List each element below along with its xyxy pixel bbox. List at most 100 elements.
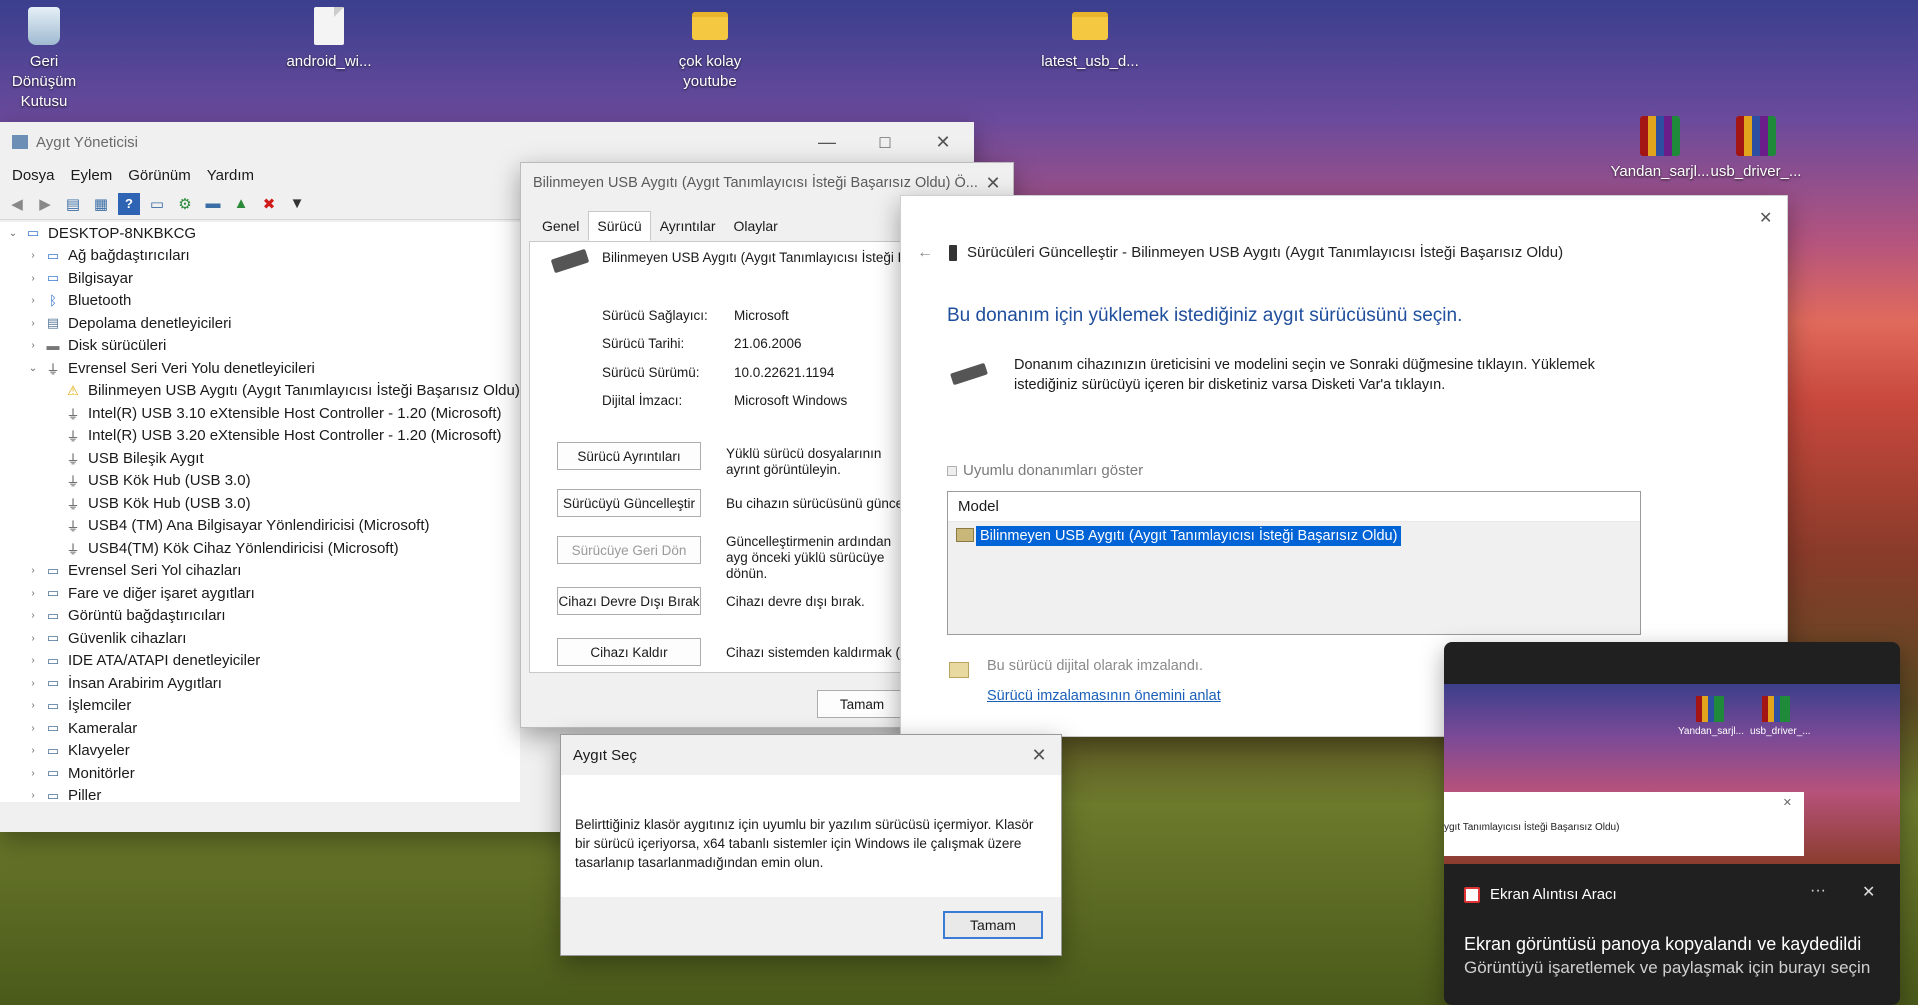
desktop-icon-recycle-bin[interactable]: Geri Dönüşüm Kutusu: [0, 0, 94, 112]
chevron-right-icon[interactable]: ›: [26, 768, 40, 779]
tree-category[interactable]: › ▭ İşlemciler: [0, 695, 520, 718]
tree-category[interactable]: › ▭ Evrensel Seri Yol cihazları: [0, 560, 520, 583]
chevron-right-icon[interactable]: ›: [26, 565, 40, 576]
tree-item-label: İşlemciler: [68, 697, 132, 715]
chevron-right-icon[interactable]: ›: [26, 678, 40, 689]
tree-category[interactable]: › ᛒ Bluetooth: [0, 290, 520, 313]
tree-item[interactable]: ⏚ USB4(TM) Kök Cihaz Yönlendiricisi (Micr…: [0, 537, 520, 560]
model-listbox[interactable]: Model Bilinmeyen USB Aygıtı (Aygıt Tanım…: [947, 491, 1641, 635]
tree-category[interactable]: › ▭ Klavyeler: [0, 740, 520, 763]
model-list-item-selected[interactable]: Bilinmeyen USB Aygıtı (Aygıt Tanımlayıcı…: [976, 526, 1402, 546]
update-driver-button[interactable]: Sürücüyü Güncelleştir: [557, 489, 701, 517]
chevron-right-icon[interactable]: ›: [26, 790, 40, 801]
driver-details-button[interactable]: Sürücü Ayrıntıları: [557, 442, 701, 470]
file-icon: [314, 7, 344, 45]
close-icon[interactable]: ✕: [1759, 208, 1772, 228]
tree-item[interactable]: ⏚ Intel(R) USB 3.20 eXtensible Host Contr…: [0, 425, 520, 448]
tab-details[interactable]: Ayrıntılar: [651, 211, 725, 241]
back-arrow-icon[interactable]: ←: [917, 244, 933, 262]
tree-category[interactable]: › ▭ Ağ bağdaştırıcıları: [0, 245, 520, 268]
uninstall-device-icon[interactable]: ✖: [258, 193, 280, 215]
minimize-button[interactable]: —: [798, 122, 856, 162]
tree-item-label: IDE ATA/ATAPI denetleyiciler: [68, 652, 261, 670]
scan-changes-icon[interactable]: ⚙: [174, 193, 196, 215]
tree-category[interactable]: › ▬ Disk sürücüleri: [0, 335, 520, 358]
app-name: Ekran Alıntısı Aracı: [1490, 886, 1617, 903]
chevron-right-icon[interactable]: ›: [26, 250, 40, 261]
checkbox-box[interactable]: [947, 465, 957, 476]
tree-category[interactable]: › ▭ Piller: [0, 785, 520, 802]
device-tree[interactable]: ⌄ ▭ DESKTOP-8NKBKCG › ▭ Ağ bağdaştırıcıları › ▭…: [0, 222, 520, 802]
chevron-right-icon[interactable]: ›: [26, 340, 40, 351]
menu-action[interactable]: Eylem: [63, 167, 121, 184]
preview-window: ✕ ygıt Tanımlayıcısı İsteği Başarısız Ol…: [1444, 792, 1804, 856]
screenshot-preview[interactable]: Yandan_sarjl... usb_driver_... ✕ ygıt Ta…: [1444, 684, 1900, 864]
desktop-icon-usb-driver[interactable]: usb_driver_...: [1706, 110, 1806, 182]
tree-item[interactable]: ⏚ Intel(R) USB 3.10 eXtensible Host Contr…: [0, 402, 520, 425]
tab-general[interactable]: Genel: [533, 211, 588, 241]
monitor-icon[interactable]: ▬: [202, 193, 224, 215]
chevron-right-icon[interactable]: ›: [26, 588, 40, 599]
chevron-right-icon[interactable]: ›: [26, 295, 40, 306]
maximize-button[interactable]: □: [856, 122, 914, 162]
tree-category[interactable]: › ▭ Monitörler: [0, 762, 520, 785]
view-icon[interactable]: ▭: [146, 193, 168, 215]
desktop-icon-android[interactable]: android_wi...: [279, 0, 379, 72]
menu-help[interactable]: Yardım: [199, 167, 262, 184]
close-button[interactable]: ✕: [1017, 735, 1061, 775]
chevron-right-icon[interactable]: ›: [26, 700, 40, 711]
tree-category[interactable]: › ▭ İnsan Arabirim Aygıtları: [0, 672, 520, 695]
chevron-right-icon[interactable]: ›: [26, 610, 40, 621]
tab-driver[interactable]: Sürücü: [588, 211, 651, 241]
menu-view[interactable]: Görünüm: [120, 167, 199, 184]
tree-category-usb[interactable]: ⌄ ⏚ Evrensel Seri Veri Yolu denetleyiciler…: [0, 357, 520, 380]
signed-driver-icon: [949, 662, 969, 678]
update-driver-icon[interactable]: ▲: [230, 193, 252, 215]
model-column-header: Model: [948, 492, 1640, 522]
back-arrow-icon[interactable]: ◀: [6, 193, 28, 215]
ok-button[interactable]: Tamam: [943, 911, 1043, 939]
chevron-down-icon[interactable]: ⌄: [6, 228, 20, 239]
help-icon[interactable]: ?: [118, 192, 140, 215]
show-hide-tree-icon[interactable]: ▤: [62, 193, 84, 215]
tree-item[interactable]: ⏚ USB Kök Hub (USB 3.0): [0, 470, 520, 493]
tree-category[interactable]: › ▭ Görüntü bağdaştırıcıları: [0, 605, 520, 628]
menu-file[interactable]: Dosya: [4, 167, 63, 184]
close-button[interactable]: ✕: [914, 122, 972, 162]
close-icon[interactable]: ✕: [1862, 882, 1875, 902]
desktop-icon-yandan[interactable]: Yandan_sarjl...: [1610, 110, 1710, 182]
tree-category[interactable]: › ▭ Kameralar: [0, 717, 520, 740]
chevron-right-icon[interactable]: ›: [26, 633, 40, 644]
tree-category[interactable]: › ▭ Fare ve diğer işaret aygıtları: [0, 582, 520, 605]
chevron-right-icon[interactable]: ›: [26, 655, 40, 666]
disable-device-button[interactable]: Cihazı Devre Dışı Bırak: [557, 587, 701, 615]
tree-item[interactable]: ⏚ USB Kök Hub (USB 3.0): [0, 492, 520, 515]
tree-item[interactable]: ⏚ USB4 (TM) Ana Bilgisayar Yönlendiricisi…: [0, 515, 520, 538]
chevron-right-icon[interactable]: ›: [26, 723, 40, 734]
ok-button[interactable]: Tamam: [817, 690, 907, 718]
tree-category[interactable]: › ▭ IDE ATA/ATAPI denetleyiciler: [0, 650, 520, 673]
chevron-right-icon[interactable]: ›: [26, 318, 40, 329]
tree-item[interactable]: ⏚ USB Bileşik Aygıt: [0, 447, 520, 470]
tree-root[interactable]: ⌄ ▭ DESKTOP-8NKBKCG: [0, 222, 520, 245]
tree-category[interactable]: › ▭ Güvenlik cihazları: [0, 627, 520, 650]
desktop-icon-cok-kolay[interactable]: çok kolay youtube: [660, 0, 760, 92]
tree-item-unknown-usb[interactable]: ⚠ Bilinmeyen USB Aygıtı (Aygıt Tanımlayıc…: [0, 380, 520, 403]
chevron-right-icon[interactable]: ›: [26, 745, 40, 756]
uninstall-device-button[interactable]: Cihazı Kaldır: [557, 638, 701, 666]
chevron-right-icon[interactable]: ›: [26, 273, 40, 284]
tab-events[interactable]: Olaylar: [724, 211, 786, 241]
more-options-button[interactable]: ···: [1810, 882, 1826, 900]
tree-item-label: Intel(R) USB 3.20 eXtensible Host Contro…: [88, 427, 502, 445]
properties-icon[interactable]: ▦: [90, 193, 112, 215]
forward-arrow-icon[interactable]: ▶: [34, 193, 56, 215]
show-compatible-checkbox[interactable]: Uyumlu donanımları göster: [947, 462, 1143, 479]
roll-back-driver-button[interactable]: Sürücüye Geri Dön: [557, 536, 701, 564]
driver-signing-link[interactable]: Sürücü imzalamasının önemini anlat: [987, 688, 1221, 704]
disable-device-icon[interactable]: ▼: [286, 193, 308, 215]
chevron-down-icon[interactable]: ⌄: [26, 363, 40, 374]
tree-category[interactable]: › ▭ Bilgisayar: [0, 267, 520, 290]
snipping-tool-notification[interactable]: Yandan_sarjl... usb_driver_... ✕ ygıt Ta…: [1444, 642, 1900, 1005]
tree-category[interactable]: › ▤ Depolama denetleyicileri: [0, 312, 520, 335]
desktop-icon-latest-usb[interactable]: latest_usb_d...: [1040, 0, 1140, 72]
